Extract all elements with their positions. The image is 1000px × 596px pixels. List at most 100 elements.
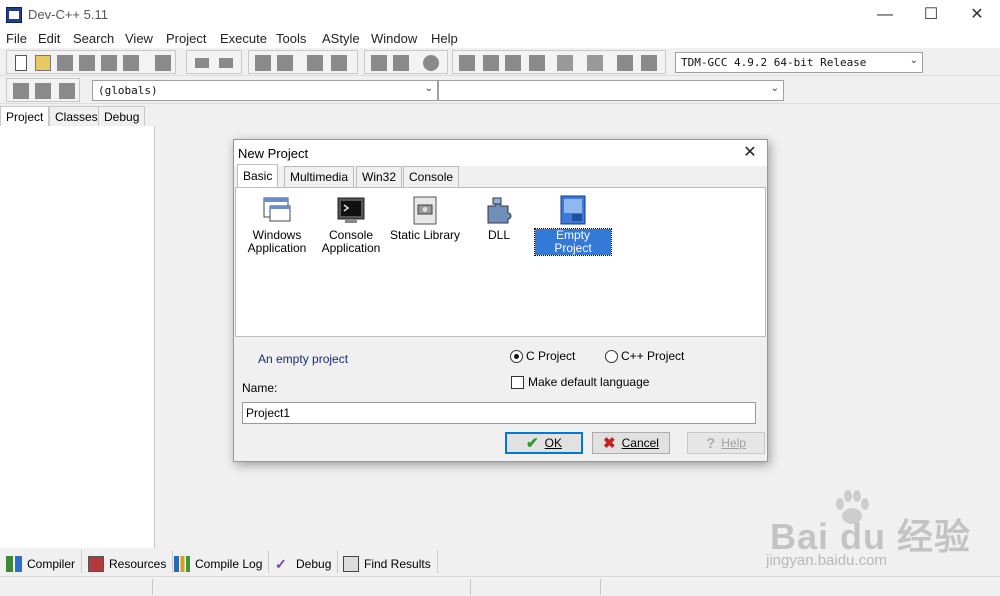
syntax-check-icon[interactable] — [557, 55, 573, 71]
bar-chart-icon — [174, 555, 190, 572]
template-label: Empty Project — [534, 228, 612, 256]
menu-search[interactable]: Search — [73, 31, 114, 46]
menu-project[interactable]: Project — [166, 31, 206, 46]
indent-icon[interactable] — [371, 55, 387, 71]
chevron-down-icon: ⌄ — [424, 83, 433, 94]
undo-toolbar-group — [186, 50, 242, 74]
redo-icon[interactable] — [219, 58, 233, 68]
c-project-radio[interactable]: C Project — [510, 349, 575, 363]
tab-multimedia[interactable]: Multimedia — [284, 166, 355, 187]
find-icon[interactable] — [255, 55, 271, 71]
find-results-icon — [343, 555, 359, 572]
goto-line-icon[interactable] — [307, 55, 323, 71]
compiler-select-value: TDM-GCC 4.9.2 64-bit Release — [681, 56, 867, 69]
tab-compiler[interactable]: Compiler — [0, 550, 83, 573]
template-static-library[interactable]: Static Library — [387, 194, 463, 242]
chevron-down-icon: ⌄ — [909, 55, 918, 66]
replace-icon[interactable] — [277, 55, 293, 71]
undo-icon[interactable] — [195, 58, 209, 68]
print-icon[interactable] — [155, 55, 171, 71]
console-app-icon — [335, 194, 367, 226]
stop-icon[interactable] — [587, 55, 603, 71]
unindent-icon[interactable] — [393, 55, 409, 71]
ok-button[interactable]: ✔ OK — [505, 432, 583, 454]
save-icon[interactable] — [57, 55, 73, 71]
profile-icon[interactable] — [617, 55, 633, 71]
tab-console[interactable]: Console — [403, 166, 460, 187]
menu-file[interactable]: File — [6, 31, 27, 46]
maximize-button[interactable]: ☐ — [908, 4, 954, 26]
tab-basic[interactable]: Basic — [237, 164, 279, 188]
main-toolbar: TDM-GCC 4.9.2 64-bit Release ⌄ — [0, 48, 1000, 76]
menu-edit[interactable]: Edit — [38, 31, 60, 46]
cpp-project-radio[interactable]: C++ Project — [605, 349, 684, 363]
tab-find-results[interactable]: Find Results — [337, 550, 438, 573]
menu-astyle[interactable]: AStyle — [322, 31, 360, 46]
status-bar — [0, 576, 1000, 596]
new-file-icon[interactable] — [15, 55, 27, 71]
checkbox-unchecked[interactable] — [511, 375, 524, 389]
goto-icon[interactable] — [331, 55, 347, 71]
debug-icon[interactable] — [641, 55, 657, 71]
tab-resources[interactable]: Resources — [82, 550, 174, 573]
x-icon: ✖ — [603, 435, 616, 452]
help-button[interactable]: ? Help — [687, 432, 765, 454]
scope-select-value: (globals) — [98, 84, 158, 97]
resources-icon — [88, 555, 104, 572]
tab-debug[interactable]: Debug — [98, 106, 146, 127]
close-file-icon[interactable] — [101, 55, 117, 71]
close-window-button[interactable]: ✕ — [954, 4, 1000, 26]
rebuild-all-icon[interactable] — [529, 55, 545, 71]
dialog-title-bar: New Project ✕ — [234, 140, 767, 166]
function-select[interactable]: ⌄ — [438, 80, 784, 101]
windows-app-icon — [261, 194, 293, 226]
template-console-application[interactable]: Console Application — [313, 194, 389, 255]
compile-run-icon[interactable] — [505, 55, 521, 71]
scope-select[interactable]: (globals) ⌄ — [92, 80, 438, 101]
dialog-close-icon[interactable]: ✕ — [739, 143, 761, 163]
menu-help[interactable]: Help — [431, 31, 458, 46]
open-file-icon[interactable] — [35, 55, 51, 71]
tab-compile-log[interactable]: Compile Log — [168, 550, 270, 573]
project-browser[interactable] — [0, 126, 155, 548]
tab-classes[interactable]: Classes — [49, 106, 104, 127]
add-to-project-icon[interactable] — [13, 83, 29, 99]
minimize-button[interactable]: — — [862, 4, 908, 26]
template-windows-application[interactable]: Windows Application — [239, 194, 315, 255]
new-project-dialog: New Project ✕ Basic Multimedia Win32 Con… — [233, 139, 768, 462]
bookmark-toolbar-group — [364, 50, 448, 74]
help-button-label: Help — [721, 436, 746, 450]
template-dll[interactable]: DLL — [461, 194, 537, 242]
template-empty-project[interactable]: Empty Project — [534, 194, 612, 256]
tab-debug-label: Debug — [296, 556, 332, 571]
c-project-label: C Project — [526, 349, 576, 363]
project-name-input[interactable] — [242, 402, 756, 424]
menu-window[interactable]: Window — [371, 31, 417, 46]
left-panel-tabs: Project Classes Debug — [0, 106, 155, 127]
make-default-language-checkbox[interactable]: Make default language — [511, 375, 649, 389]
empty-project-icon — [557, 194, 589, 226]
save-all-icon[interactable] — [79, 55, 95, 71]
run-icon[interactable] — [483, 55, 499, 71]
tab-debug-bottom[interactable]: ✓ Debug — [269, 550, 339, 573]
cancel-button[interactable]: ✖ Cancel — [592, 432, 670, 454]
dialog-title: New Project — [238, 146, 309, 161]
radio-unselected[interactable] — [605, 349, 618, 363]
template-label: Windows Application — [247, 228, 307, 255]
menu-view[interactable]: View — [125, 31, 153, 46]
class-toolbar: (globals) ⌄ ⌄ — [0, 76, 1000, 104]
menu-bar: File Edit Search View Project Execute To… — [0, 30, 1000, 48]
menu-tools[interactable]: Tools — [276, 31, 306, 46]
ok-button-label: OK — [544, 436, 562, 450]
chevron-down-icon: ⌄ — [770, 83, 779, 94]
radio-selected[interactable] — [510, 349, 523, 363]
toggle-comment-icon[interactable] — [423, 55, 439, 71]
tab-win32[interactable]: Win32 — [356, 166, 403, 187]
tab-project[interactable]: Project — [0, 106, 50, 127]
compiler-select[interactable]: TDM-GCC 4.9.2 64-bit Release ⌄ — [675, 52, 923, 73]
project-options-icon[interactable] — [59, 83, 75, 99]
menu-execute[interactable]: Execute — [220, 31, 267, 46]
remove-from-project-icon[interactable] — [35, 83, 51, 99]
compile-icon[interactable] — [459, 55, 475, 71]
close-all-icon[interactable] — [123, 55, 139, 71]
